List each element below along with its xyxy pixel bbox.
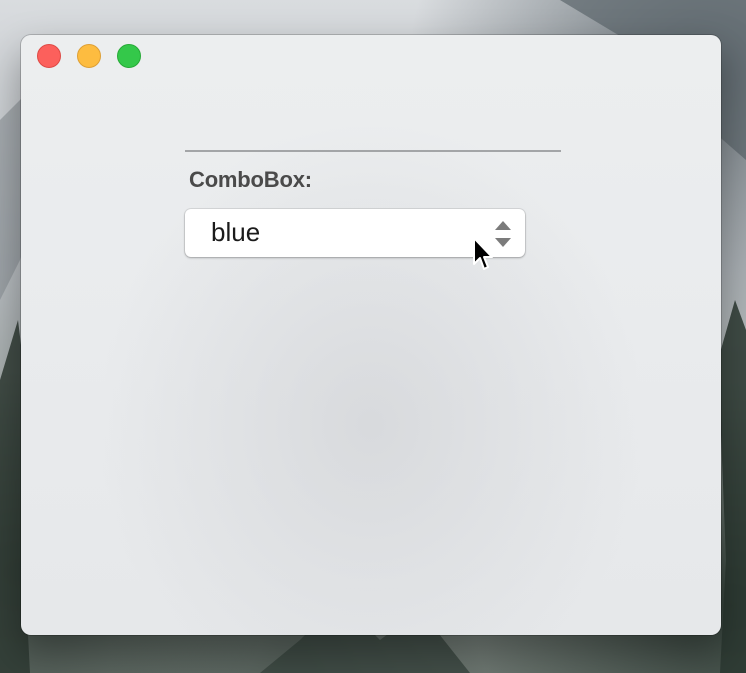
minimize-window-button[interactable]	[77, 44, 101, 68]
close-window-button[interactable]	[37, 44, 61, 68]
window-controls	[37, 44, 141, 68]
arrow-up-icon	[495, 221, 511, 230]
horizontal-separator	[185, 150, 561, 152]
combobox-value[interactable]: blue	[211, 217, 260, 248]
mouse-pointer-icon	[473, 237, 493, 270]
stepper-arrows-icon[interactable]	[495, 221, 511, 247]
zoom-window-button[interactable]	[117, 44, 141, 68]
combobox-label: ComboBox:	[189, 167, 312, 192]
arrow-down-icon	[495, 238, 511, 247]
app-window: ComboBox: blue	[21, 35, 721, 635]
